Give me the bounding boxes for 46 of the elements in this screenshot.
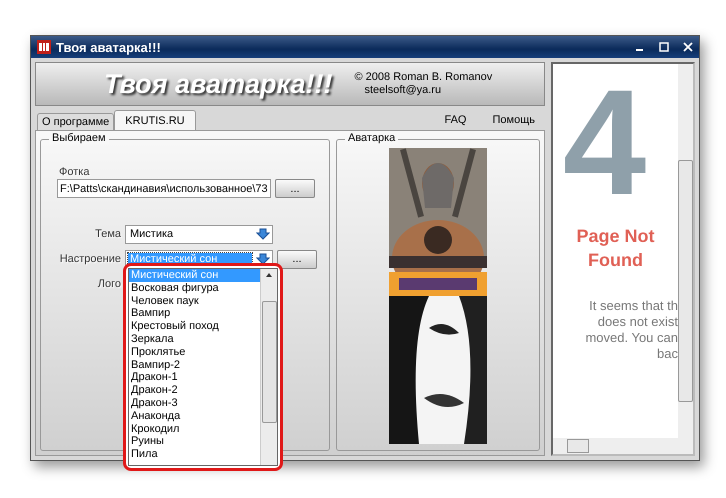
theme-dropdown[interactable]: Мистика (125, 224, 273, 244)
list-item[interactable]: Восковая фигура (129, 282, 260, 295)
list-item[interactable]: Дракон-1 (129, 371, 260, 384)
menu-link[interactable]: Помощь (492, 114, 535, 126)
list-item[interactable]: Зеркала (129, 332, 260, 346)
list-item[interactable]: Вампир (129, 307, 260, 320)
field-label: Тема (94, 228, 121, 240)
list-item[interactable]: Дракон-3 (129, 396, 260, 410)
copyright-text: © 2008 Roman B. Romanov (354, 71, 492, 84)
app-icon (37, 40, 51, 54)
error-heading: Page Not Found (575, 225, 656, 272)
field-label: Лого (96, 278, 121, 290)
email-text: steelsoft@ya.ru (364, 84, 442, 97)
close-icon[interactable] (683, 42, 693, 52)
list-item[interactable]: Руины (129, 435, 260, 448)
message-line: does not exist (598, 314, 678, 330)
window-title: Твоя аватарка!!! (56, 40, 161, 54)
list-item[interactable]: Вампир-2 (129, 358, 260, 372)
list-item[interactable]: Анаконда (129, 410, 260, 423)
arrow-down-icon[interactable] (256, 228, 270, 240)
field-label: Фотка (59, 166, 90, 178)
list-item[interactable]: Крестовый поход (129, 320, 260, 333)
group-title: Аватарка (345, 132, 398, 144)
list-item[interactable]: Дракон-2 (129, 384, 260, 397)
path-field[interactable]: F:\Patts\скандинавия\использованное\73 (57, 179, 271, 198)
browse-button[interactable]: ... (277, 250, 317, 268)
maximize-icon[interactable] (659, 42, 669, 52)
field-label: Настроение (58, 253, 121, 265)
browse-button[interactable]: ... (275, 179, 315, 198)
tab[interactable]: KRUTIS.RU (114, 110, 196, 130)
list-item[interactable]: Проклятье (129, 346, 260, 359)
app-heading: Твоя аватарка!!! (104, 68, 332, 100)
big-digit: 4 (562, 72, 646, 212)
list-item[interactable]: Пила (129, 448, 260, 461)
list-item[interactable]: Крокодил (129, 422, 260, 436)
menu-link[interactable]: FAQ (444, 114, 466, 126)
arrow-down-icon[interactable] (256, 253, 270, 265)
message-line: It seems that th (589, 298, 678, 314)
scrollbar[interactable] (260, 269, 277, 465)
message-line: moved. You can (585, 330, 678, 346)
scrollbar[interactable] (678, 64, 693, 438)
list-item[interactable]: Человек паук (129, 294, 260, 308)
scrollbar[interactable] (553, 438, 693, 454)
group-title: Выбираем (49, 132, 109, 144)
tab[interactable]: О программе (37, 113, 114, 130)
message-line: bac (657, 346, 678, 362)
